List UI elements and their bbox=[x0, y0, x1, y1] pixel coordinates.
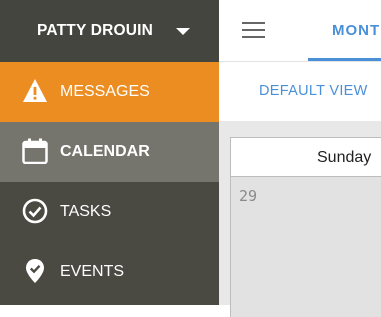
tab-month-label: MONTH bbox=[332, 22, 381, 39]
caret-down-icon[interactable] bbox=[176, 28, 190, 35]
tab-month[interactable]: MONTH bbox=[308, 0, 381, 61]
sidebar-item-messages[interactable]: MESSAGES bbox=[0, 62, 219, 122]
warning-icon bbox=[23, 79, 47, 102]
sidebar-item-calendar[interactable]: CALENDAR bbox=[0, 122, 219, 182]
day-header-label: Sunday bbox=[317, 149, 372, 166]
top-bar: MONTH bbox=[219, 0, 381, 62]
day-header-sunday: Sunday bbox=[230, 137, 381, 177]
sidebar-item-label: MESSAGES bbox=[60, 83, 150, 100]
sidebar-item-tasks[interactable]: TASKS bbox=[0, 182, 219, 242]
active-tab-indicator bbox=[308, 58, 381, 61]
menu-icon[interactable] bbox=[242, 21, 265, 39]
sidebar: PATTY DROUIN MESSAGES CALENDAR TASKS EVE… bbox=[0, 0, 219, 305]
user-menu[interactable]: PATTY DROUIN bbox=[0, 0, 219, 62]
calendar-day-cell[interactable]: 29 bbox=[230, 177, 381, 317]
view-bar: DEFAULT VIEW bbox=[219, 62, 381, 121]
sidebar-item-label: TASKS bbox=[60, 203, 112, 220]
sidebar-item-events[interactable]: EVENTS bbox=[0, 242, 219, 302]
default-view-link[interactable]: DEFAULT VIEW bbox=[259, 83, 368, 99]
day-number: 29 bbox=[239, 187, 258, 205]
calendar-icon bbox=[22, 138, 48, 164]
calendar-grid: Sunday 29 bbox=[219, 121, 381, 317]
user-name: PATTY DROUIN bbox=[37, 22, 154, 39]
check-circle-icon bbox=[22, 198, 48, 224]
sidebar-item-label: CALENDAR bbox=[60, 143, 150, 160]
sidebar-item-label: EVENTS bbox=[60, 263, 125, 280]
main-content: MONTH DEFAULT VIEW Sunday 29 bbox=[219, 0, 381, 317]
location-check-icon bbox=[26, 259, 44, 283]
